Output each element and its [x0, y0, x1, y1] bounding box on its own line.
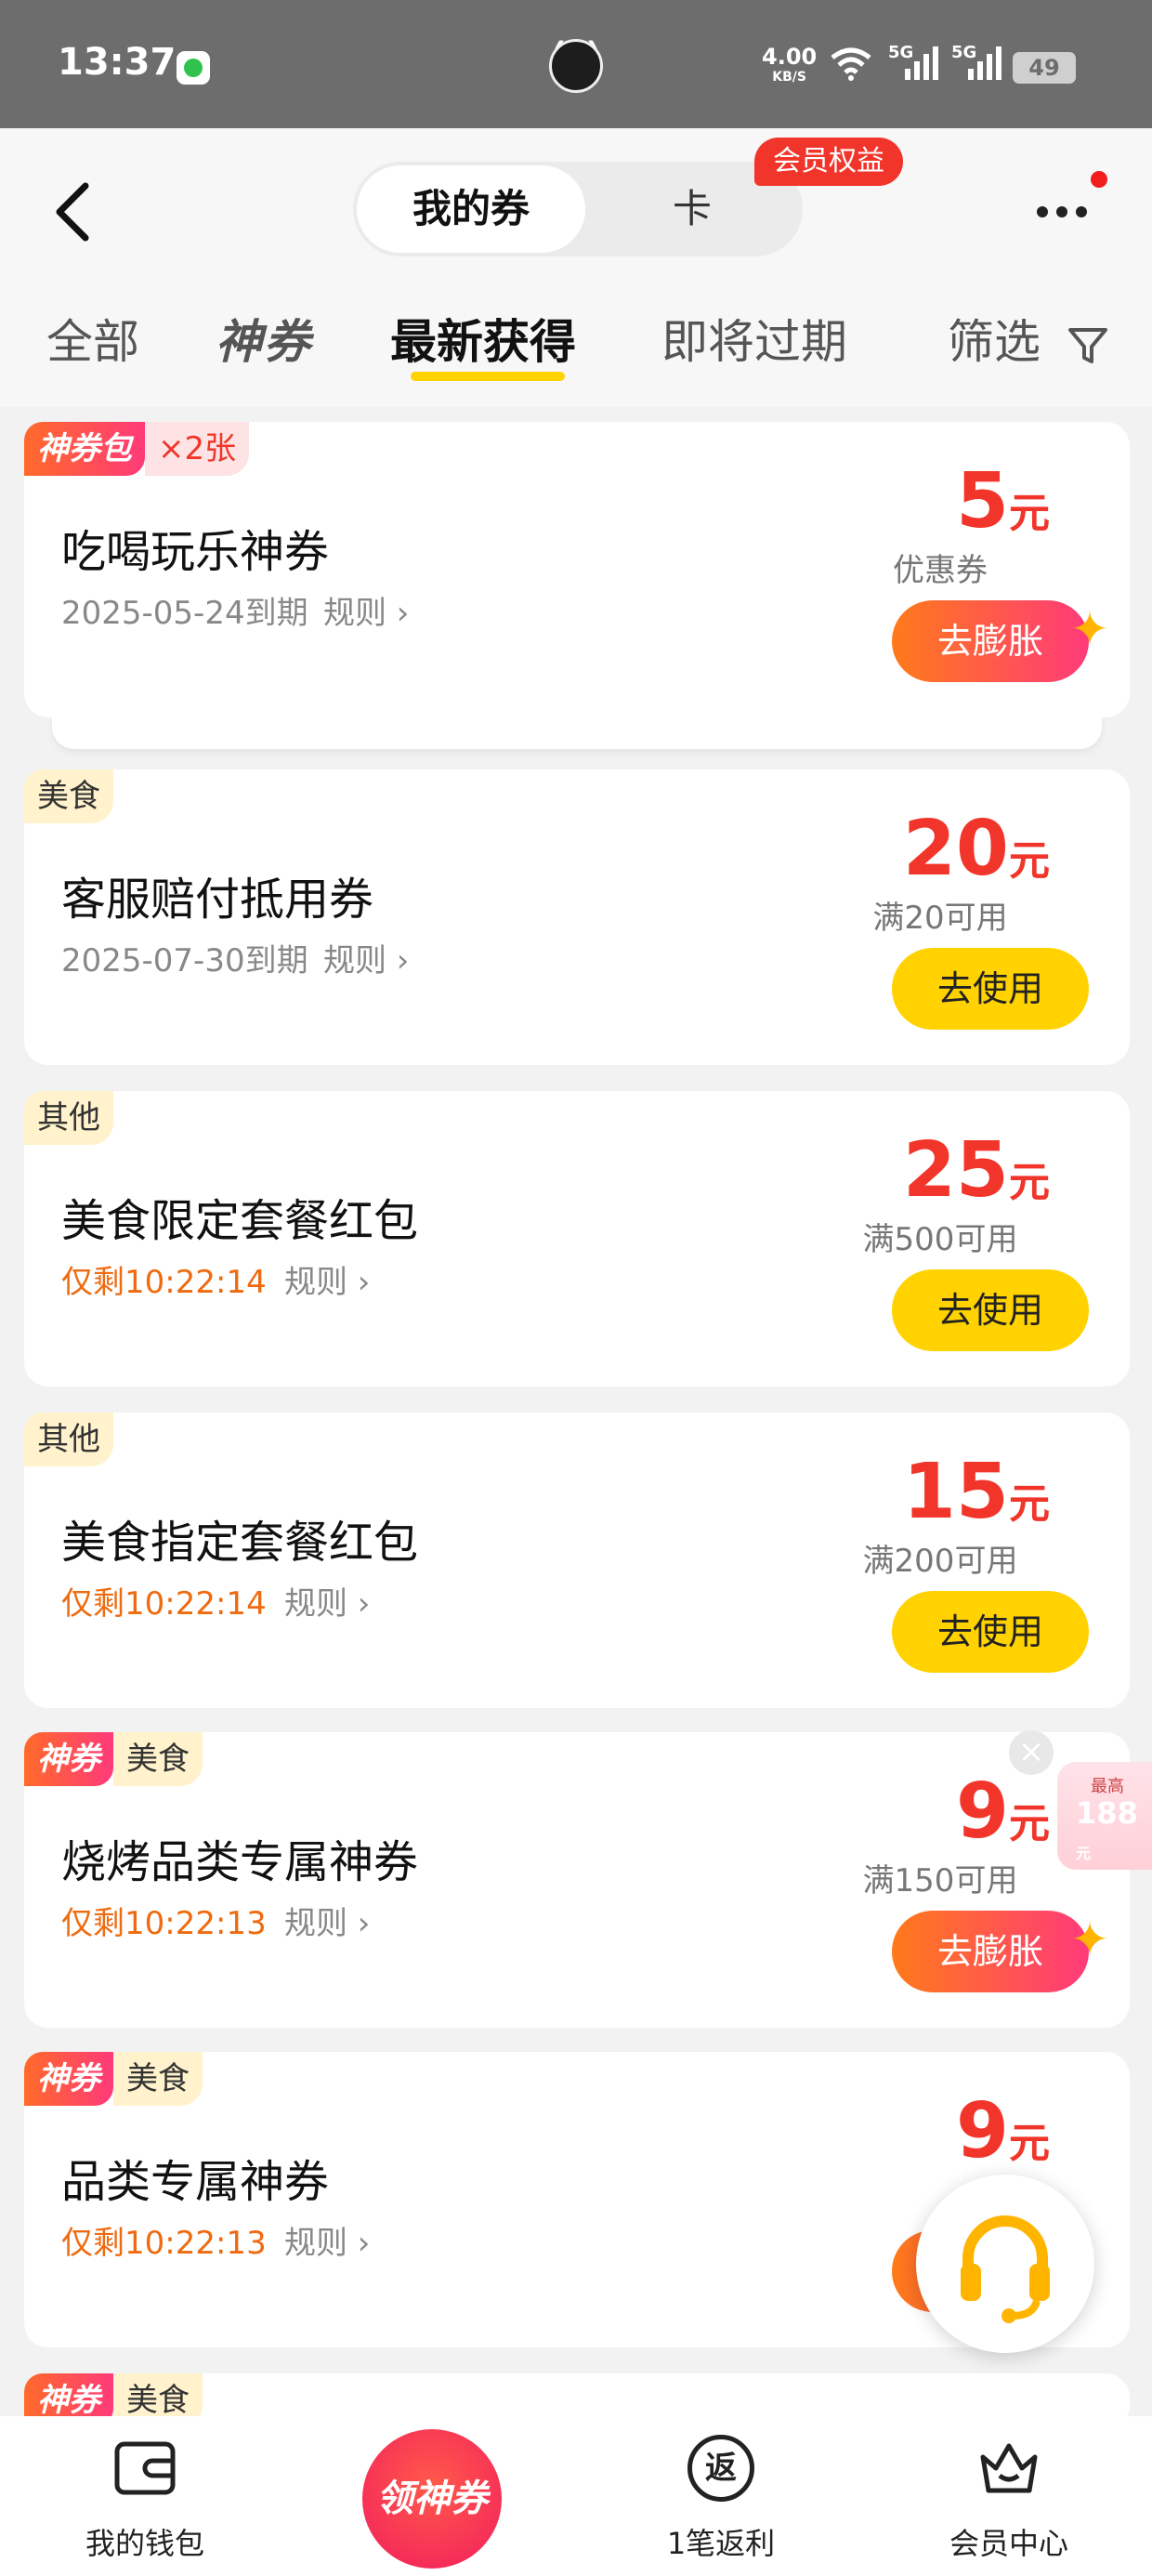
expand-button[interactable]: 去膨胀: [892, 1911, 1089, 1992]
use-button[interactable]: 去使用: [892, 948, 1089, 1030]
back-icon[interactable]: [45, 175, 100, 249]
coupon-amount: 15元: [902, 1448, 1050, 1536]
coupon-countdown: 仅剩10:22:14: [61, 1585, 267, 1623]
expand-button[interactable]: 去膨胀: [892, 600, 1089, 682]
coupon-condition: 优惠券: [893, 552, 988, 589]
avatar-island: ( ): [520, 33, 632, 100]
coupon-title: 美食限定套餐红包: [61, 1195, 419, 1247]
category-tag: 美食: [24, 769, 113, 823]
get-coupons-button[interactable]: 领神券: [362, 2429, 502, 2569]
super-coupon-tag: 神券: [24, 2052, 113, 2106]
coupon-amount: 25元: [902, 1126, 1050, 1215]
active-tab-indicator: [411, 372, 565, 381]
coupon-countdown: 仅剩10:22:13: [61, 1905, 267, 1942]
coupon-title: 品类专属神券: [61, 2156, 330, 2208]
rules-link[interactable]: 规则 ›: [323, 935, 409, 980]
nav-wallet[interactable]: 我的钱包: [33, 2416, 256, 2576]
filter-tabs: 全部 神券 最新获得 即将过期 筛选: [0, 294, 1152, 396]
use-button[interactable]: 去使用: [892, 1591, 1089, 1673]
super-coupon-tag: 神券: [24, 1732, 113, 1786]
crown-icon: [980, 2443, 1038, 2493]
rebate-icon: 返: [687, 2435, 754, 2502]
use-button[interactable]: 去使用: [892, 1269, 1089, 1351]
category-tag: 美食: [113, 1732, 203, 1786]
chat-app-icon: [177, 51, 210, 85]
nav-rebate[interactable]: 返 1笔返利: [609, 2416, 832, 2576]
bottom-nav: 我的钱包 领神券 返 1笔返利 会员中心: [0, 2416, 1152, 2576]
coupon-amount: 9元: [955, 2087, 1050, 2175]
card-stack-edge: [52, 716, 1102, 749]
status-bar: 13:37 ( ) 4.00 KB/S 5G 5G 49: [0, 0, 1152, 128]
headset-icon: [961, 2215, 1050, 2323]
coupon-expire: 2025-05-24到期: [61, 595, 308, 632]
battery-icon: 49: [1013, 52, 1076, 84]
coupon-title: 吃喝玩乐神券: [61, 526, 330, 578]
count-tag: ×2张: [145, 422, 250, 476]
net-speed: 4.00 KB/S: [762, 44, 818, 85]
notification-dot: [1091, 171, 1107, 188]
tab-filter[interactable]: 筛选: [948, 305, 1109, 372]
coupon-card[interactable]: 神券包 ×2张 吃喝玩乐神券 2025-05-24到期 规则 › 5元 优惠券 …: [24, 422, 1130, 717]
coupon-title: 烧烤品类专属神券: [61, 1836, 419, 1888]
coupon-amount: 9元: [955, 1768, 1050, 1856]
coupon-card[interactable]: 其他 美食限定套餐红包 仅剩10:22:14 规则 › 25元 满500可用 去…: [24, 1091, 1130, 1387]
rules-link[interactable]: 规则 ›: [284, 1256, 370, 1302]
avatar: [549, 39, 603, 93]
member-benefits-badge[interactable]: 会员权益: [754, 138, 903, 186]
rules-link[interactable]: 规则 ›: [284, 1898, 370, 1943]
sparkle-icon: ✦: [1070, 602, 1109, 656]
coupon-countdown: 仅剩10:22:13: [61, 2225, 267, 2262]
segment-control: 我的券 卡: [353, 162, 803, 256]
coupon-amount: 20元: [902, 805, 1050, 893]
more-icon[interactable]: [1037, 193, 1102, 230]
coupon-condition: 满500可用: [862, 1221, 1018, 1258]
coupon-title: 客服赔付抵用券: [61, 874, 374, 926]
status-time: 13:37: [58, 41, 177, 84]
segment-my-coupons[interactable]: 我的券: [357, 165, 585, 253]
rules-link[interactable]: 规则 ›: [284, 1578, 370, 1623]
coupon-condition: 满150可用: [862, 1862, 1018, 1899]
tab-expiring[interactable]: 即将过期: [661, 305, 847, 372]
coupon-countdown: 仅剩10:22:14: [61, 1264, 267, 1301]
category-tag: 美食: [113, 2052, 203, 2106]
coupon-amount: 5元: [955, 457, 1050, 545]
wifi-icon: [831, 47, 871, 81]
sparkle-icon: ✦: [1070, 1912, 1109, 1966]
rules-link[interactable]: 规则 ›: [323, 587, 409, 633]
nav-member-center[interactable]: 会员中心: [897, 2416, 1120, 2576]
rules-link[interactable]: 规则 ›: [284, 2217, 370, 2263]
category-tag: 其他: [24, 1091, 113, 1145]
tab-newest[interactable]: 最新获得: [390, 305, 576, 372]
coupon-card[interactable]: 神券 美食 烧烤品类专属神券 仅剩10:22:13 规则 › 9元 满150可用…: [24, 1732, 1130, 2028]
coupon-card[interactable]: 其他 美食指定套餐红包 仅剩10:22:14 规则 › 15元 满200可用 去…: [24, 1413, 1130, 1708]
coupon-condition: 满20可用: [872, 900, 1008, 937]
tab-super-coupons[interactable]: 神券: [216, 305, 312, 372]
customer-service-button[interactable]: [916, 2175, 1094, 2353]
coupon-title: 美食指定套餐红包: [61, 1517, 419, 1569]
page-header: 我的券 卡 会员权益 全部 神券 最新获得 即将过期 筛选: [0, 128, 1152, 407]
wallet-icon: [114, 2441, 176, 2495]
coupon-expire: 2025-07-30到期: [61, 942, 308, 979]
coupon-card[interactable]: 美食 客服赔付抵用券 2025-07-30到期 规则 › 20元 满20可用 去…: [24, 769, 1130, 1065]
coupon-pack-tag: 神券包: [24, 422, 145, 476]
coupon-condition: 满200可用: [862, 1543, 1018, 1580]
close-icon[interactable]: ×: [1009, 1730, 1054, 1775]
filter-icon: [1067, 327, 1107, 363]
floating-red-packet[interactable]: 最高 188元: [1057, 1762, 1152, 1870]
tab-all[interactable]: 全部: [46, 305, 139, 372]
category-tag: 其他: [24, 1413, 113, 1466]
